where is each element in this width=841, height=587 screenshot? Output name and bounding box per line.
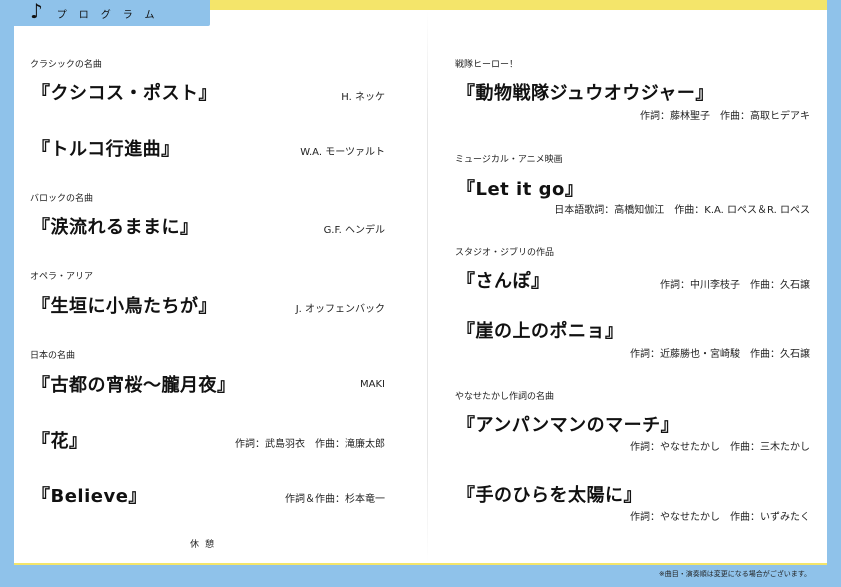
song-credit: H. ネッケ (341, 92, 385, 103)
song-credit: 日本語歌詞：高橋知伽江 作曲：K.A. ロペス＆R. ロペス (554, 205, 810, 216)
song-title: 『涙流れるままに』 (32, 217, 199, 238)
song-credit: 作詞：やなせたかし 作曲：三木たかし (630, 442, 810, 453)
song-credit: W.A. モーツァルト (300, 147, 385, 158)
song-title: 『生垣に小鳥たちが』 (32, 296, 217, 317)
category-musical: ミュージカル・アニメ映画 (455, 155, 563, 165)
music-note-icon: ♪ (30, 0, 43, 23)
category-baroque: バロックの名曲 (30, 194, 94, 204)
song-title: 『崖の上のポニョ』 (457, 321, 624, 342)
category-opera: オペラ・アリア (30, 272, 94, 282)
category-classical: クラシックの名曲 (30, 60, 102, 70)
left-border (0, 0, 14, 587)
category-sentai: 戦隊ヒーロー！ (455, 60, 519, 70)
program-header-tab: ♪ プログラム (14, 0, 210, 26)
song-title: 『Believe』 (32, 486, 147, 507)
program-title: プログラム (56, 9, 167, 21)
song-title: 『古都の宵桜〜朧月夜』 (32, 375, 236, 396)
intermission-label: 休憩 (190, 540, 221, 550)
song-title: 『Let it go』 (457, 179, 584, 200)
song-title: 『トルコ行進曲』 (32, 139, 180, 160)
song-credit: 作詞：藤林聖子 作曲：高取ヒデアキ (640, 111, 810, 122)
song-credit: J. オッフェンバック (295, 304, 385, 315)
right-border (827, 0, 841, 587)
song-title: 『アンパンマンのマーチ』 (457, 415, 680, 436)
song-title: 『さんぽ』 (457, 271, 550, 292)
song-title: 『クシコス・ポスト』 (32, 83, 217, 104)
song-credit: 作詞＆作曲：杉本竜一 (285, 494, 385, 505)
song-title: 『手のひらを太陽に』 (457, 485, 642, 506)
song-credit: 作詞：近藤勝也・宮崎駿 作曲：久石譲 (630, 349, 810, 360)
song-title: 『動物戦隊ジュウオウジャー』 (457, 83, 714, 104)
song-title: 『花』 (32, 431, 88, 452)
song-credit: G.F. ヘンデル (323, 225, 385, 236)
category-yanase: やなせたかし作詞の名曲 (455, 392, 555, 402)
category-japanese: 日本の名曲 (30, 351, 76, 361)
center-fold (427, 10, 428, 563)
song-credit: 作詞：中川李枝子 作曲：久石譲 (660, 280, 810, 291)
category-ghibli: スタジオ・ジブリの作品 (455, 248, 555, 258)
song-credit: 作詞：やなせたかし 作曲：いずみたく (630, 512, 810, 523)
footnote: ※曲目・演奏順は変更になる場合がございます。 (658, 570, 811, 578)
song-credit: 作詞：武島羽衣 作曲：滝廉太郎 (235, 439, 385, 450)
song-credit: MAKI (360, 379, 385, 390)
